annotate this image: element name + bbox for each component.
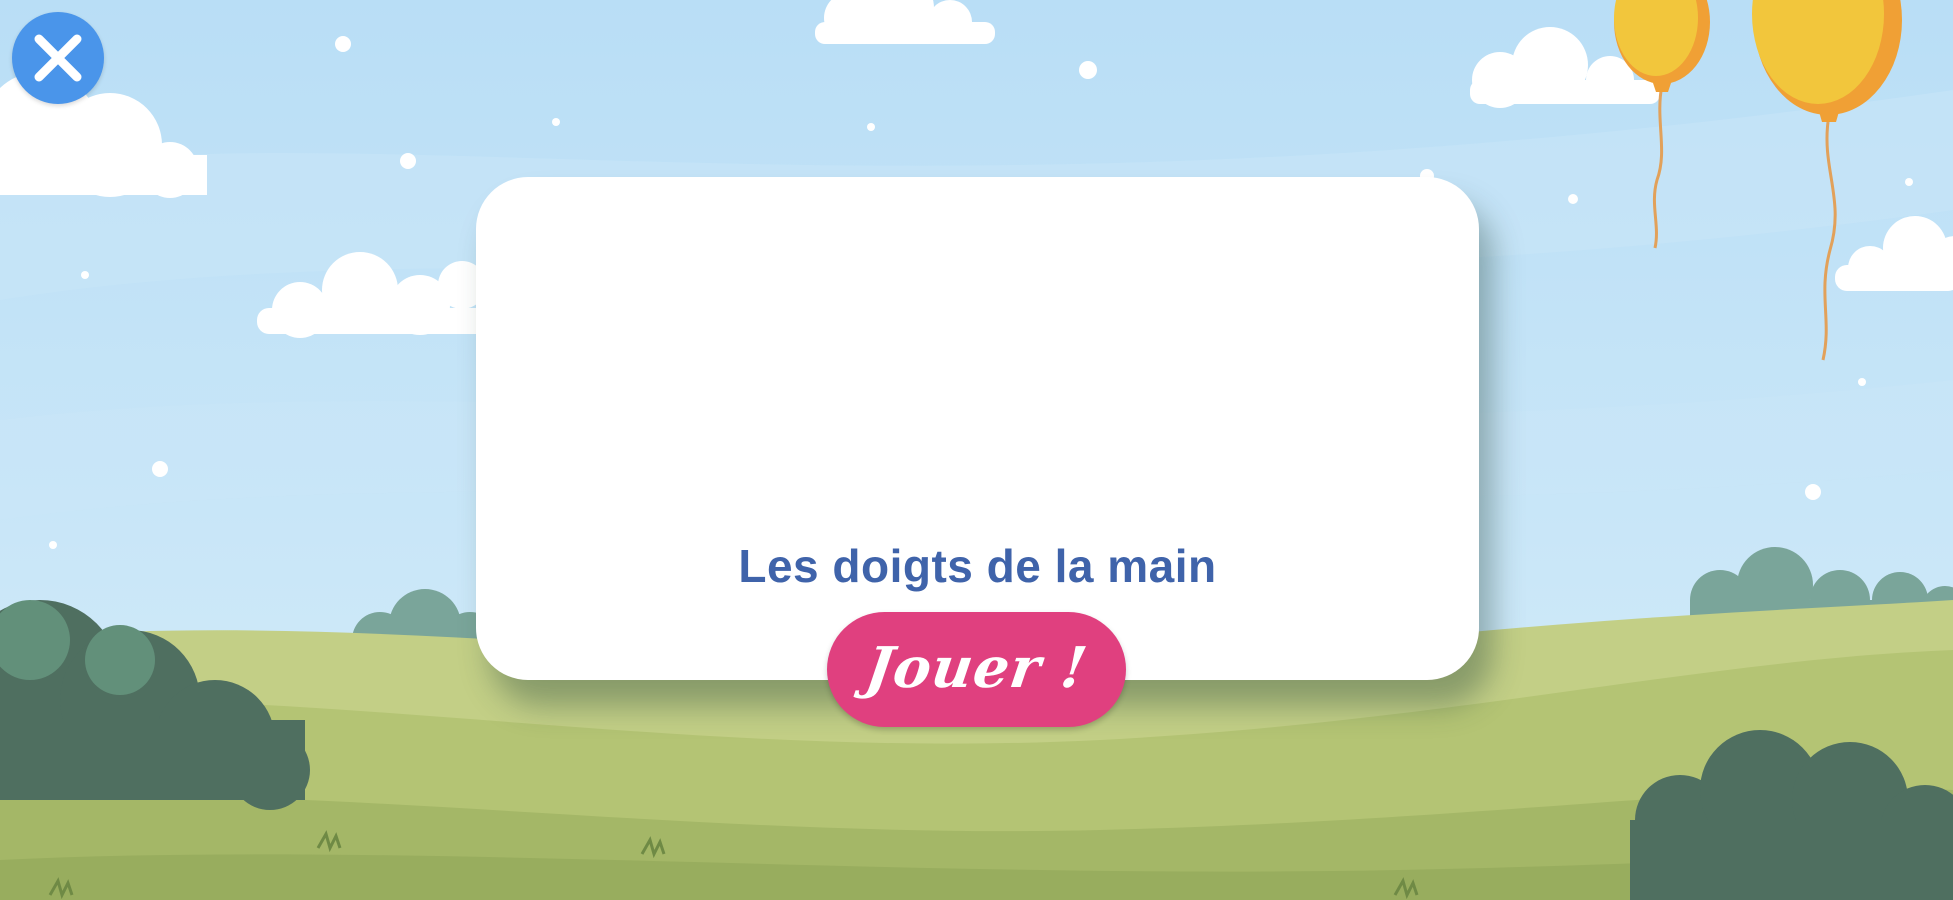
activity-title: Les doigts de la main [738,540,1217,592]
close-icon [34,34,82,82]
close-button[interactable] [12,12,104,104]
play-button[interactable]: Jouer ! [827,612,1126,727]
title-card: Les doigts de la main [476,177,1479,680]
play-button-label: Jouer ! [861,634,1092,701]
